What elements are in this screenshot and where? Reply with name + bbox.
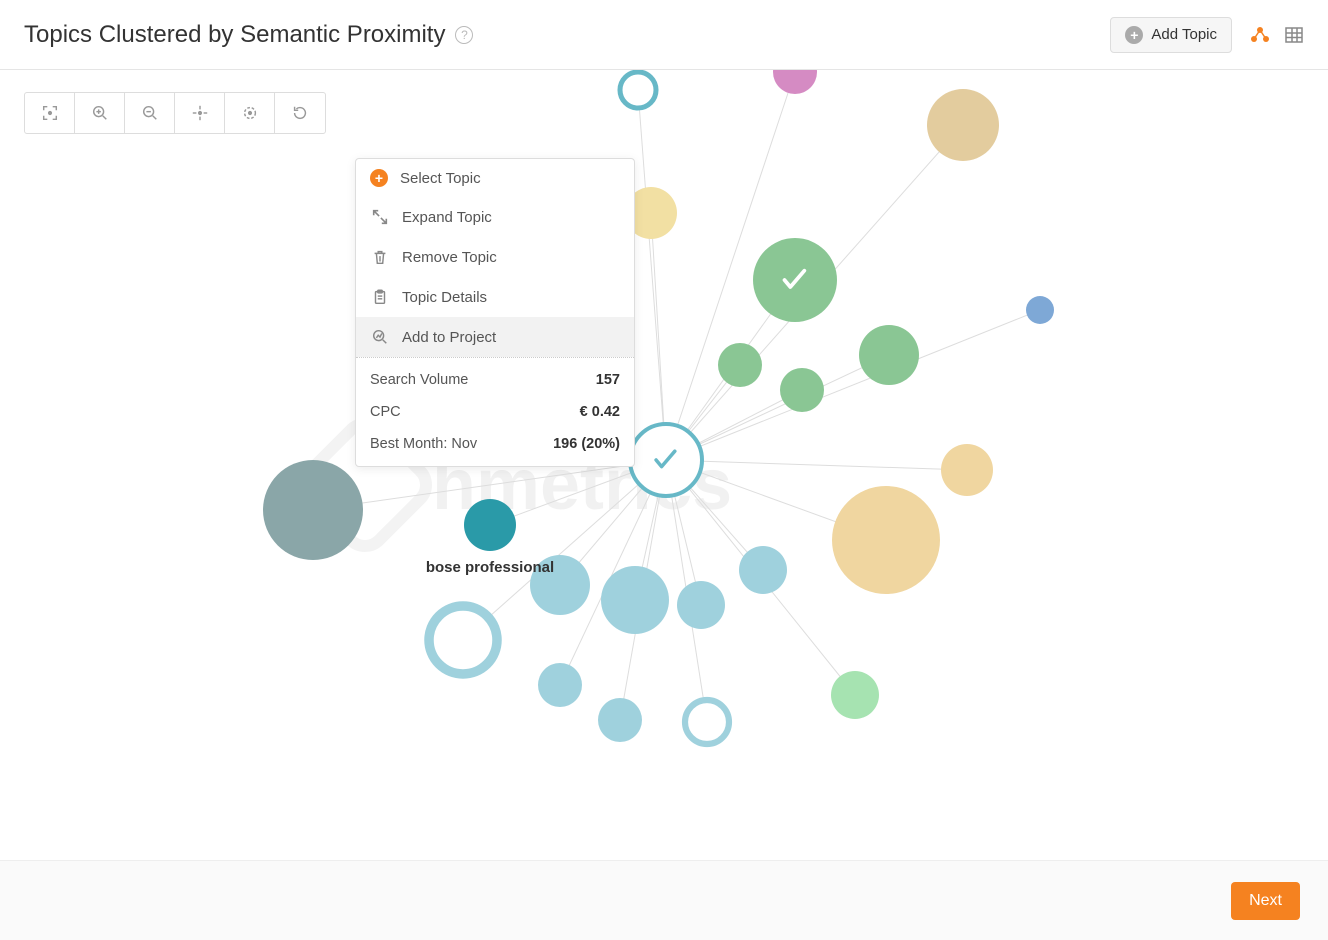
- cluster-node[interactable]: [941, 444, 993, 496]
- cluster-node[interactable]: [859, 325, 919, 385]
- stat-value: 157: [596, 372, 620, 388]
- selected-node-label: bose professional: [426, 559, 554, 576]
- cluster-node[interactable]: [598, 698, 642, 742]
- next-button[interactable]: Next: [1231, 882, 1300, 920]
- cluster-chart[interactable]: [0, 70, 1328, 860]
- clipboard-icon: [370, 287, 390, 307]
- page-header: Topics Clustered by Semantic Proximity ?…: [0, 0, 1328, 70]
- ctx-label: Topic Details: [402, 289, 487, 306]
- ctx-label: Remove Topic: [402, 249, 497, 266]
- cluster-node[interactable]: [685, 700, 729, 744]
- view-switcher: [1250, 25, 1304, 45]
- header-actions: + Add Topic: [1110, 17, 1304, 53]
- ctx-topic-details[interactable]: Topic Details: [356, 277, 634, 317]
- expand-icon: [370, 207, 390, 227]
- stat-label: Search Volume: [370, 372, 468, 388]
- ctx-stats: Search Volume 157 CPC € 0.42 Best Month:…: [356, 358, 634, 466]
- cluster-node[interactable]: [927, 89, 999, 161]
- table-view-icon[interactable]: [1284, 25, 1304, 45]
- stat-value: € 0.42: [580, 404, 620, 420]
- help-icon[interactable]: ?: [455, 26, 473, 44]
- cluster-node[interactable]: [429, 606, 497, 674]
- topic-context-menu: + Select Topic Expand Topic Remove Topic…: [355, 158, 635, 467]
- cluster-view-icon[interactable]: [1250, 25, 1270, 45]
- stat-label: Best Month: Nov: [370, 436, 477, 452]
- cluster-node[interactable]: [718, 343, 762, 387]
- cluster-canvas[interactable]: hmetrics bose professional + Select Topi…: [0, 70, 1328, 860]
- trash-icon: [370, 247, 390, 267]
- ctx-label: Expand Topic: [402, 209, 492, 226]
- cluster-node[interactable]: [601, 566, 669, 634]
- ctx-label: Add to Project: [402, 329, 496, 346]
- cluster-node[interactable]: [464, 499, 516, 551]
- cluster-node[interactable]: [831, 671, 879, 719]
- ctx-add-to-project[interactable]: Add to Project: [356, 317, 634, 357]
- stat-search-volume: Search Volume 157: [356, 364, 634, 396]
- cluster-node[interactable]: [1026, 296, 1054, 324]
- cluster-node[interactable]: [773, 70, 817, 94]
- ctx-expand-topic[interactable]: Expand Topic: [356, 197, 634, 237]
- reset-button[interactable]: [275, 93, 325, 133]
- cluster-node[interactable]: [832, 486, 940, 594]
- cluster-node[interactable]: [677, 581, 725, 629]
- cluster-node[interactable]: [263, 460, 363, 560]
- fit-screen-button[interactable]: [25, 93, 75, 133]
- plus-circle-icon: +: [370, 169, 388, 187]
- zoom-out-button[interactable]: [125, 93, 175, 133]
- add-topic-button[interactable]: + Add Topic: [1110, 17, 1232, 53]
- zoom-in-button[interactable]: [75, 93, 125, 133]
- ctx-select-topic[interactable]: + Select Topic: [356, 159, 634, 197]
- project-icon: [370, 327, 390, 347]
- add-topic-label: Add Topic: [1151, 26, 1217, 43]
- cluster-node[interactable]: [538, 663, 582, 707]
- page-footer: Next: [0, 860, 1328, 940]
- cluster-node[interactable]: [739, 546, 787, 594]
- ctx-remove-topic[interactable]: Remove Topic: [356, 237, 634, 277]
- page-title: Topics Clustered by Semantic Proximity: [24, 21, 445, 49]
- stat-cpc: CPC € 0.42: [356, 396, 634, 428]
- cluster-node[interactable]: [620, 72, 656, 108]
- center-button[interactable]: [175, 93, 225, 133]
- chart-toolbar: [24, 92, 326, 134]
- stat-label: CPC: [370, 404, 401, 420]
- stat-value: 196 (20%): [553, 436, 620, 452]
- plus-icon: +: [1125, 26, 1143, 44]
- focus-button[interactable]: [225, 93, 275, 133]
- stat-best-month: Best Month: Nov 196 (20%): [356, 428, 634, 460]
- cluster-node[interactable]: [780, 368, 824, 412]
- ctx-label: Select Topic: [400, 170, 481, 187]
